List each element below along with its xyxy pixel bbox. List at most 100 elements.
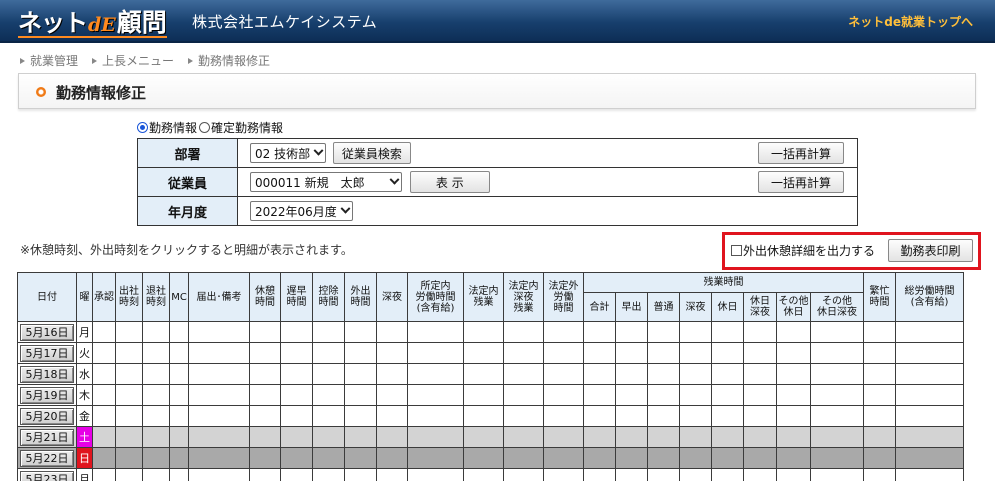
recalc-all-button-2[interactable]: 一括再計算 — [758, 171, 844, 193]
table-cell[interactable] — [543, 321, 584, 343]
table-cell[interactable] — [743, 363, 777, 385]
breadcrumb-item-work-management[interactable]: 就業管理 — [20, 52, 78, 69]
top-page-link[interactable]: ネットde就業トップへ — [848, 13, 973, 30]
table-cell[interactable] — [280, 342, 313, 364]
period-select[interactable]: 2022年06月度 — [250, 201, 353, 221]
table-cell[interactable] — [344, 384, 377, 406]
breadcrumb-item-work-edit[interactable]: 勤務情報修正 — [188, 52, 270, 69]
table-cell[interactable] — [679, 447, 712, 469]
table-cell[interactable] — [376, 342, 408, 364]
table-cell[interactable] — [863, 363, 896, 385]
table-cell[interactable] — [503, 468, 544, 481]
table-cell[interactable] — [142, 384, 170, 406]
table-cell[interactable] — [249, 426, 281, 448]
table-cell[interactable] — [895, 405, 964, 427]
table-cell[interactable] — [810, 321, 864, 343]
table-cell[interactable] — [583, 342, 616, 364]
table-cell[interactable] — [583, 468, 616, 481]
table-cell[interactable] — [543, 363, 584, 385]
table-cell[interactable] — [407, 447, 464, 469]
table-cell[interactable] — [615, 342, 648, 364]
table-cell[interactable] — [810, 426, 864, 448]
date-button[interactable]: 5月17日 — [20, 344, 74, 362]
date-button[interactable]: 5月18日 — [20, 365, 74, 383]
table-cell[interactable] — [188, 321, 250, 343]
table-cell[interactable] — [583, 384, 616, 406]
table-cell[interactable] — [503, 363, 544, 385]
table-cell[interactable] — [312, 363, 345, 385]
radio-work-info[interactable] — [137, 122, 148, 133]
table-cell[interactable] — [543, 405, 584, 427]
table-cell[interactable] — [115, 426, 143, 448]
table-cell[interactable] — [615, 468, 648, 481]
table-cell[interactable] — [647, 405, 680, 427]
table-cell[interactable] — [115, 405, 143, 427]
table-cell[interactable] — [376, 447, 408, 469]
table-cell[interactable] — [743, 384, 777, 406]
table-cell[interactable] — [344, 321, 377, 343]
recalc-all-button[interactable]: 一括再計算 — [758, 142, 844, 164]
table-cell[interactable] — [503, 384, 544, 406]
table-cell[interactable] — [743, 426, 777, 448]
date-button[interactable]: 5月22日 — [20, 449, 74, 467]
table-cell[interactable] — [407, 468, 464, 481]
table-cell[interactable] — [647, 426, 680, 448]
table-cell[interactable] — [188, 342, 250, 364]
table-cell[interactable] — [810, 405, 864, 427]
table-cell[interactable] — [407, 363, 464, 385]
table-cell[interactable] — [647, 363, 680, 385]
table-cell[interactable] — [679, 321, 712, 343]
table-cell[interactable] — [503, 405, 544, 427]
table-cell[interactable] — [376, 405, 408, 427]
table-cell[interactable] — [463, 426, 504, 448]
table-cell[interactable] — [810, 363, 864, 385]
table-cell[interactable] — [711, 342, 744, 364]
table-cell[interactable] — [188, 447, 250, 469]
table-cell[interactable] — [463, 321, 504, 343]
table-cell[interactable] — [344, 342, 377, 364]
table-cell[interactable] — [810, 384, 864, 406]
date-button[interactable]: 5月19日 — [20, 386, 74, 404]
table-cell[interactable] — [142, 468, 170, 481]
table-cell[interactable] — [249, 342, 281, 364]
table-cell[interactable] — [376, 468, 408, 481]
table-cell[interactable] — [376, 384, 408, 406]
table-cell[interactable] — [583, 405, 616, 427]
table-cell[interactable] — [463, 342, 504, 364]
table-cell[interactable] — [344, 363, 377, 385]
table-cell[interactable] — [647, 384, 680, 406]
table-cell[interactable] — [407, 426, 464, 448]
table-cell[interactable] — [249, 405, 281, 427]
table-cell[interactable] — [503, 342, 544, 364]
table-cell[interactable] — [312, 447, 345, 469]
table-cell[interactable] — [776, 321, 811, 343]
table-cell[interactable] — [376, 363, 408, 385]
table-cell[interactable] — [92, 321, 116, 343]
table-cell[interactable] — [115, 342, 143, 364]
table-cell[interactable] — [679, 384, 712, 406]
app-logo[interactable]: ネット dE 顧問 — [18, 3, 167, 38]
table-cell[interactable] — [312, 426, 345, 448]
table-cell[interactable] — [776, 468, 811, 481]
table-cell[interactable] — [142, 363, 170, 385]
table-cell[interactable] — [280, 426, 313, 448]
table-cell[interactable] — [711, 363, 744, 385]
table-cell[interactable] — [895, 321, 964, 343]
table-cell[interactable] — [543, 468, 584, 481]
table-cell[interactable] — [543, 342, 584, 364]
table-cell[interactable] — [115, 384, 143, 406]
table-cell[interactable] — [895, 384, 964, 406]
table-cell[interactable] — [711, 405, 744, 427]
output-detail-label[interactable]: 外出休憩詳細を出力する — [743, 242, 875, 259]
table-cell[interactable] — [615, 363, 648, 385]
table-cell[interactable] — [463, 363, 504, 385]
table-cell[interactable] — [776, 342, 811, 364]
table-cell[interactable] — [169, 426, 189, 448]
table-cell[interactable] — [503, 447, 544, 469]
table-cell[interactable] — [407, 342, 464, 364]
table-cell[interactable] — [249, 384, 281, 406]
table-cell[interactable] — [776, 447, 811, 469]
table-cell[interactable] — [188, 384, 250, 406]
table-cell[interactable] — [280, 321, 313, 343]
table-cell[interactable] — [895, 363, 964, 385]
